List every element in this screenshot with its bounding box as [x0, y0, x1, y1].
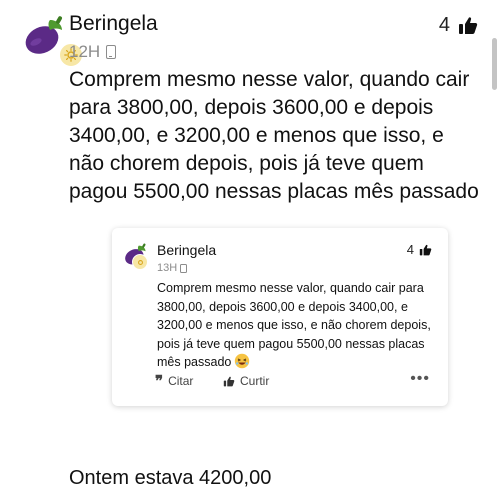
quote-icon: ❞: [155, 372, 164, 390]
followup-text: Ontem estava 4200,00: [69, 467, 272, 489]
more-icon[interactable]: •••: [410, 370, 430, 388]
quoted-body: Comprem mesmo nesse valor, quando cair p…: [157, 279, 442, 375]
thumbs-up-icon[interactable]: [419, 244, 432, 256]
avatar[interactable]: [20, 10, 84, 68]
like-button-label: Curtir: [240, 374, 270, 388]
device-icon: [180, 263, 188, 273]
like-control[interactable]: 4: [439, 14, 478, 37]
quoted-body-text: Comprem mesmo nesse valor, quando cair p…: [157, 281, 431, 369]
quoted-time: 13H: [157, 262, 178, 274]
quoted-like-count: 4: [406, 242, 414, 257]
post-time: 12H: [69, 42, 101, 61]
post-body: Comprem mesmo nesse valor, quando cair p…: [69, 68, 479, 203]
like-button[interactable]: Curtir: [223, 374, 269, 388]
quoted-like-control[interactable]: 4: [407, 242, 432, 257]
forum-post: Beringela 12H 4 Comprem mesmo nesse valo…: [0, 0, 500, 502]
quote-button[interactable]: ❞ Citar: [155, 372, 194, 390]
like-count: 4: [438, 14, 450, 36]
author-name[interactable]: Beringela: [69, 12, 158, 36]
post-meta: 12H: [69, 42, 117, 62]
quote-button-label: Citar: [168, 374, 194, 388]
scrollbar[interactable]: [492, 38, 497, 90]
thumbs-up-icon: [223, 376, 235, 386]
quoted-author-name[interactable]: Beringela: [157, 242, 216, 258]
quoted-post[interactable]: Beringela 13H 4 Comprem mesmo nesse valo…: [112, 228, 448, 406]
device-icon: [106, 45, 117, 59]
quoted-meta: 13H: [157, 262, 188, 274]
sun-badge-icon: [132, 254, 148, 270]
quoted-actions: ❞ Citar Curtir •••: [155, 370, 436, 392]
laughing-emoji-icon: [234, 353, 250, 375]
thumbs-up-icon[interactable]: [458, 16, 478, 35]
